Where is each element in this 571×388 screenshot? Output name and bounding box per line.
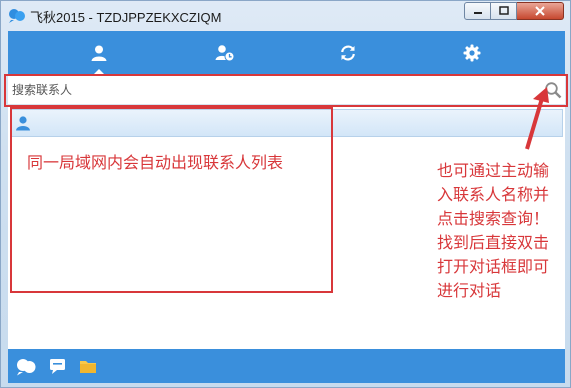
search-annotation-line: 入联系人名称并 xyxy=(437,185,550,204)
search-highlight-box xyxy=(4,74,568,107)
list-annotation-text: 同一局域网内会自动出现联系人列表 xyxy=(27,153,284,172)
maximize-button[interactable] xyxy=(491,2,517,20)
settings-gear-icon xyxy=(463,44,481,62)
minimize-icon xyxy=(473,12,482,14)
search-annotation-text: 也可通过主动输 入联系人名称并 点击搜索查询！ 找到后直接双击 打开对话框即可 … xyxy=(437,159,567,303)
bottom-toolbar xyxy=(8,349,565,383)
app-menu-icon[interactable] xyxy=(16,356,36,376)
app-logo-icon xyxy=(9,9,25,23)
search-annotation-line: 进行对话 xyxy=(437,281,502,300)
window-controls xyxy=(464,2,564,20)
maximize-icon xyxy=(498,6,509,15)
app-window: 飞秋2015 - TZDJPPZEKXCZIQM 搜索联系人 同一局域网内会自动… xyxy=(0,0,571,388)
annotation-arrow xyxy=(525,87,549,150)
title-bar[interactable]: 飞秋2015 - TZDJPPZEKXCZIQM xyxy=(1,1,570,29)
minimize-button[interactable] xyxy=(464,2,491,20)
message-icon[interactable] xyxy=(48,356,68,376)
search-annotation-line: 点击搜索查询！ xyxy=(437,209,550,228)
window-title: 飞秋2015 - TZDJPPZEKXCZIQM xyxy=(30,10,222,25)
refresh-icon xyxy=(341,45,355,61)
search-annotation-line: 打开对话框即可 xyxy=(437,257,550,276)
search-annotation-line: 找到后直接双击 xyxy=(437,233,550,252)
tab-settings[interactable] xyxy=(442,31,502,75)
search-annotation-line: 也可通过主动输 xyxy=(437,161,550,180)
close-icon xyxy=(535,6,545,16)
tab-bar xyxy=(8,31,565,75)
contacts-icon xyxy=(91,45,107,61)
tab-contacts[interactable] xyxy=(69,31,129,75)
tab-recent-contacts[interactable] xyxy=(195,31,255,75)
folder-icon[interactable] xyxy=(78,356,98,376)
contact-list-highlight-box xyxy=(10,107,333,293)
tab-refresh[interactable] xyxy=(318,31,378,75)
recent-contacts-icon xyxy=(215,45,235,62)
close-button[interactable] xyxy=(517,2,564,20)
